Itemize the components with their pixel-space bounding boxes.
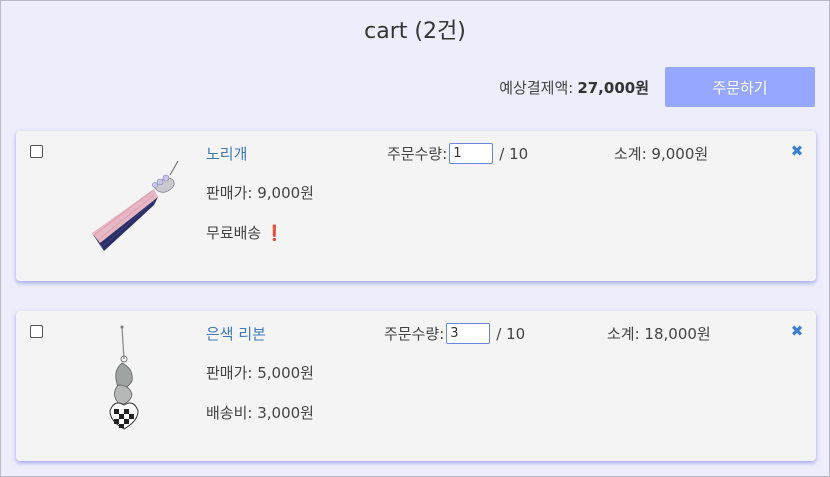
- product-image[interactable]: [74, 145, 184, 265]
- order-button[interactable]: 주문하기: [665, 67, 815, 107]
- product-image[interactable]: [74, 325, 184, 445]
- product-price: 판매가: 9,000원: [206, 184, 314, 202]
- shipping-label: 무료배송: [206, 224, 262, 242]
- quantity-control: 주문수량: / 10: [384, 323, 525, 344]
- quantity-input[interactable]: [446, 323, 491, 344]
- quantity-input[interactable]: [449, 143, 494, 164]
- quantity-control: 주문수량: / 10: [387, 143, 528, 164]
- quantity-max: / 10: [496, 324, 526, 343]
- item-subtotal: 소계: 9,000원: [614, 145, 709, 163]
- page-title: cart (2건): [364, 19, 466, 44]
- order-summary: 예상결제액: 27,000원 주문하기: [499, 67, 815, 107]
- quantity-label: 주문수량:: [387, 145, 448, 163]
- total-label: 예상결제액:: [499, 78, 574, 97]
- quantity-max: / 10: [499, 144, 529, 163]
- item-select-checkbox[interactable]: [30, 325, 43, 338]
- remove-item-icon[interactable]: ✖: [790, 323, 804, 339]
- cart-item: 노리개 판매가: 9,000원 무료배송❗ 주문수량: / 10 소계: 9,0…: [16, 131, 816, 281]
- product-price: 판매가: 5,000원: [206, 364, 314, 382]
- product-name-link[interactable]: 은색 리본: [206, 323, 266, 344]
- product-name-link[interactable]: 노리개: [206, 143, 247, 164]
- item-subtotal: 소계: 18,000원: [607, 325, 711, 343]
- exclamation-icon: ❗: [265, 224, 284, 242]
- total-value: 27,000원: [577, 78, 649, 97]
- item-select-checkbox[interactable]: [30, 145, 43, 158]
- cart-item: 은색 리본 판매가: 5,000원 배송비: 3,000원 주문수량: / 10…: [16, 311, 816, 461]
- remove-item-icon[interactable]: ✖: [790, 143, 804, 159]
- quantity-label: 주문수량:: [384, 325, 445, 343]
- shipping-fee: 배송비: 3,000원: [206, 404, 314, 422]
- shipping-info: 무료배송 ❗: [206, 222, 284, 243]
